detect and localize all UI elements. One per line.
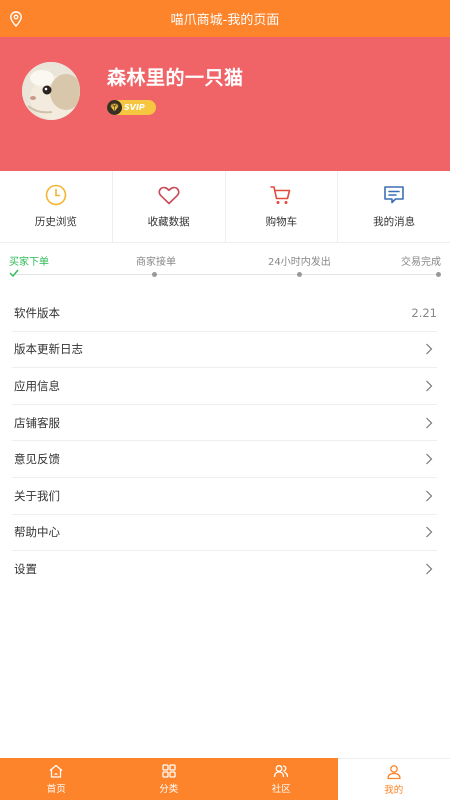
- menu-item-label: 设置: [14, 562, 37, 577]
- user-icon: [387, 764, 401, 779]
- avatar[interactable]: [22, 62, 80, 120]
- cat-avatar-icon: [22, 62, 80, 120]
- menu-item-label: 应用信息: [14, 378, 60, 393]
- quick-action-messages[interactable]: 我的消息: [338, 171, 450, 242]
- tab-community[interactable]: 社区: [225, 758, 338, 800]
- quick-action-label: 购物车: [265, 216, 298, 228]
- heart-icon: [158, 186, 180, 205]
- step-label-completed: 交易完成: [401, 257, 441, 268]
- profile-header: 森林里的一只猫 SVIP: [0, 37, 450, 171]
- diamond-icon: [107, 100, 122, 115]
- version-value: 2.21: [411, 305, 437, 320]
- menu-item-label: 软件版本: [14, 305, 60, 320]
- tab-home[interactable]: 首页: [0, 758, 113, 800]
- check-icon: [9, 269, 19, 277]
- tab-mine[interactable]: 我的: [337, 758, 450, 800]
- chevron-right-icon: [426, 526, 433, 538]
- vip-badge: SVIP: [107, 100, 156, 115]
- step-label-shipping: 24小时内发出: [268, 257, 331, 268]
- chevron-right-icon: [426, 417, 433, 429]
- tab-bar: 首页 分类 社区 我的: [0, 758, 450, 800]
- progress-dot: [436, 272, 441, 277]
- quick-action-favorites[interactable]: 收藏数据: [113, 171, 226, 242]
- quick-action-label: 收藏数据: [147, 216, 190, 228]
- menu-item-customer-service[interactable]: 店铺客服: [12, 405, 437, 442]
- step-label-accepted: 商家接单: [136, 257, 176, 268]
- menu-item-app-info[interactable]: 应用信息: [12, 368, 437, 405]
- grid-icon: [162, 764, 176, 778]
- cart-icon: [270, 186, 291, 204]
- chevron-right-icon: [426, 343, 433, 355]
- chevron-right-icon: [426, 564, 433, 575]
- quick-action-cart[interactable]: 购物车: [226, 171, 339, 242]
- quick-action-label: 我的消息: [373, 216, 416, 228]
- quick-action-label: 历史浏览: [34, 216, 77, 228]
- tab-category[interactable]: 分类: [112, 758, 225, 800]
- menu-item-label: 版本更新日志: [14, 342, 83, 357]
- menu-item-settings[interactable]: 设置: [12, 551, 437, 588]
- menu-item-label: 帮助中心: [14, 525, 60, 540]
- tab-label: 首页: [46, 784, 66, 795]
- menu-item-label: 意见反馈: [14, 452, 60, 467]
- progress-track: [14, 274, 438, 275]
- location-pin-icon[interactable]: [9, 11, 23, 27]
- tab-label: 我的: [384, 784, 404, 796]
- order-progress: 买家下单 商家接单 24小时内发出 交易完成: [0, 248, 450, 284]
- chevron-right-icon: [426, 490, 433, 502]
- menu-item-changelog[interactable]: 版本更新日志: [12, 332, 437, 369]
- step-label-ordered: 买家下单: [9, 257, 49, 268]
- home-icon: [49, 764, 63, 778]
- progress-dot: [152, 272, 157, 277]
- username: 森林里的一只猫: [107, 67, 244, 89]
- menu-item-label: 店铺客服: [14, 415, 60, 430]
- clock-icon: [45, 184, 67, 206]
- message-icon: [384, 186, 404, 204]
- settings-menu: 软件版本 2.21 版本更新日志 应用信息 店铺客服 意见反馈 关于我们 帮助中…: [12, 295, 437, 588]
- progress-dot: [297, 272, 302, 277]
- menu-item-help-center[interactable]: 帮助中心: [12, 515, 437, 552]
- tab-label: 分类: [159, 784, 179, 795]
- top-bar: 喵爪商城-我的页面: [0, 0, 450, 37]
- menu-item-about-us[interactable]: 关于我们: [12, 478, 437, 515]
- chevron-right-icon: [426, 380, 433, 392]
- tab-label: 社区: [271, 784, 291, 795]
- vip-label: SVIP: [124, 103, 145, 112]
- quick-actions: 历史浏览 收藏数据 购物车 我的消息: [0, 171, 450, 243]
- menu-item-software-version[interactable]: 软件版本 2.21: [12, 295, 437, 332]
- community-icon: [274, 765, 289, 778]
- quick-action-history[interactable]: 历史浏览: [0, 171, 113, 242]
- chevron-right-icon: [426, 453, 433, 465]
- page-title: 喵爪商城-我的页面: [170, 13, 280, 28]
- menu-item-feedback[interactable]: 意见反馈: [12, 441, 437, 478]
- menu-item-label: 关于我们: [14, 488, 60, 503]
